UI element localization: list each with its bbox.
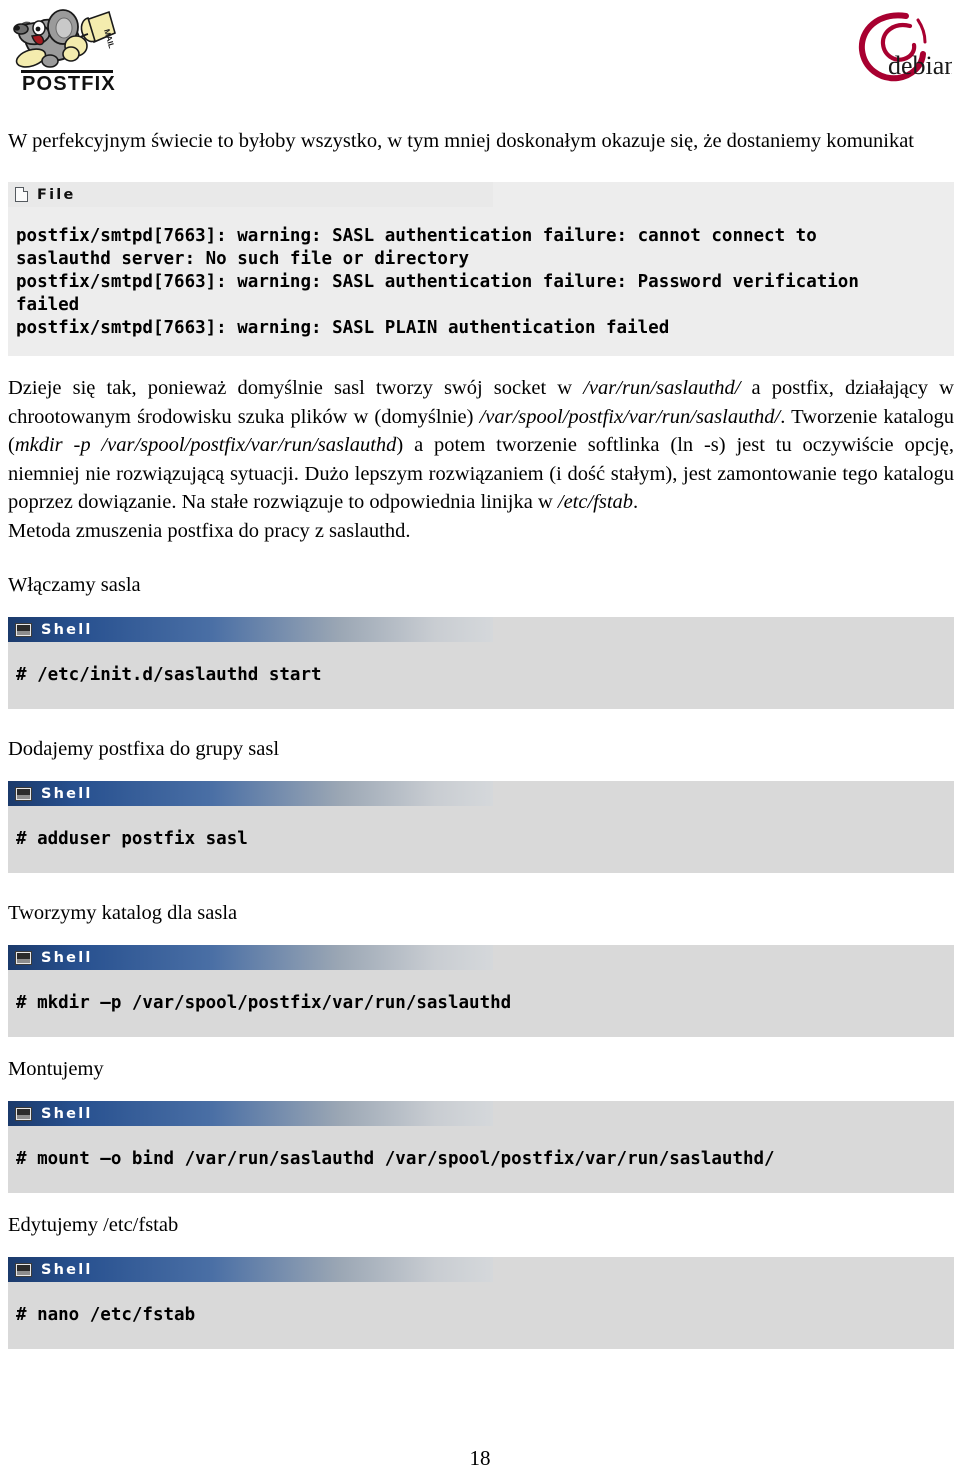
file-code-block: File postfix/smtpd[7663]: warning: SASL … <box>8 182 954 356</box>
path-var-spool-postfix: /var/spool/postfix/var/run/saslauthd/ <box>479 405 781 428</box>
paragraph-text-a: Dzieje się tak, ponieważ domyślnie sasl … <box>8 377 584 399</box>
page-number: 18 <box>469 1446 491 1470</box>
shell-block-content: # nano /etc/fstab <box>16 1305 196 1325</box>
shell-code-block: Shell # mount –o bind /var/run/saslauthd… <box>8 1101 954 1193</box>
shell-block-content: # mount –o bind /var/run/saslauthd /var/… <box>16 1149 775 1169</box>
file-block-title: File <box>37 186 76 203</box>
shell-block-titlebar: Shell <box>8 1257 493 1282</box>
explanation-paragraph: Dzieje się tak, ponieważ domyślnie sasl … <box>8 374 954 517</box>
shell-block-titlebar: Shell <box>8 1101 493 1126</box>
file-block-titlebar: File <box>8 182 493 207</box>
terminal-icon <box>15 1262 32 1277</box>
shell-code-block: Shell # /etc/init.d/saslauthd start <box>8 617 954 709</box>
shell-code-block: Shell # nano /etc/fstab <box>8 1257 954 1349</box>
shell-block-titlebar: Shell <box>8 781 493 806</box>
document-page: MAIL POSTFIX debian W perfekcyjnym świec… <box>0 0 960 1483</box>
shell-code-block: Shell # adduser postfix sasl <box>8 781 954 873</box>
shell-code-block: Shell # mkdir –p /var/spool/postfix/var/… <box>8 945 954 1037</box>
file-icon <box>15 187 28 202</box>
intro-paragraph: W perfekcyjnym świecie to byłoby wszystk… <box>8 130 914 152</box>
shell-block-content: # /etc/init.d/saslauthd start <box>16 665 322 685</box>
terminal-icon <box>15 622 32 637</box>
svg-text:POSTFIX: POSTFIX <box>22 73 116 94</box>
shell-block-titlebar: Shell <box>8 945 493 970</box>
shell-block-title: Shell <box>41 785 93 802</box>
document-content: W perfekcyjnym świecie to byłoby wszystk… <box>0 126 960 1349</box>
paragraph-text-e: . <box>633 491 639 513</box>
shell-sections: Włączamy sasla Shell # /etc/init.d/sasla… <box>8 571 954 1349</box>
debian-logo: debian <box>848 4 952 90</box>
section-caption: Tworzymy katalog dla sasla <box>8 902 238 924</box>
section-caption: Dodajemy postfixa do grupy sasl <box>8 738 280 760</box>
section-caption: Włączamy sasla <box>8 574 141 596</box>
path-var-run-saslauthd: /var/run/saslauthd/ <box>583 377 741 399</box>
method-line: Metoda zmuszenia postfixa do pracy z sas… <box>8 519 411 542</box>
shell-block-content: # adduser postfix sasl <box>16 829 248 849</box>
shell-block-titlebar: Shell <box>8 617 493 642</box>
terminal-icon <box>15 1106 32 1121</box>
postfix-logo: MAIL POSTFIX <box>8 2 126 94</box>
path-etc-fstab: /etc/fstab <box>557 491 634 513</box>
section-caption: Edytujemy /etc/fstab <box>8 1214 179 1236</box>
file-block-content: postfix/smtpd[7663]: warning: SASL authe… <box>16 226 859 338</box>
page-header: MAIL POSTFIX debian <box>0 0 960 112</box>
terminal-icon <box>15 786 32 801</box>
shell-block-title: Shell <box>41 949 93 966</box>
shell-block-content: # mkdir –p /var/spool/postfix/var/run/sa… <box>16 993 512 1013</box>
shell-block-title: Shell <box>41 1105 93 1122</box>
debian-wordmark: debian <box>888 51 952 80</box>
section-caption: Montujemy <box>8 1058 104 1080</box>
shell-block-title: Shell <box>41 621 93 638</box>
shell-block-title: Shell <box>41 1261 93 1278</box>
terminal-icon <box>15 950 32 965</box>
inline-command-mkdir: mkdir -p /var/spool/postfix/var/run/sasl… <box>14 434 397 456</box>
